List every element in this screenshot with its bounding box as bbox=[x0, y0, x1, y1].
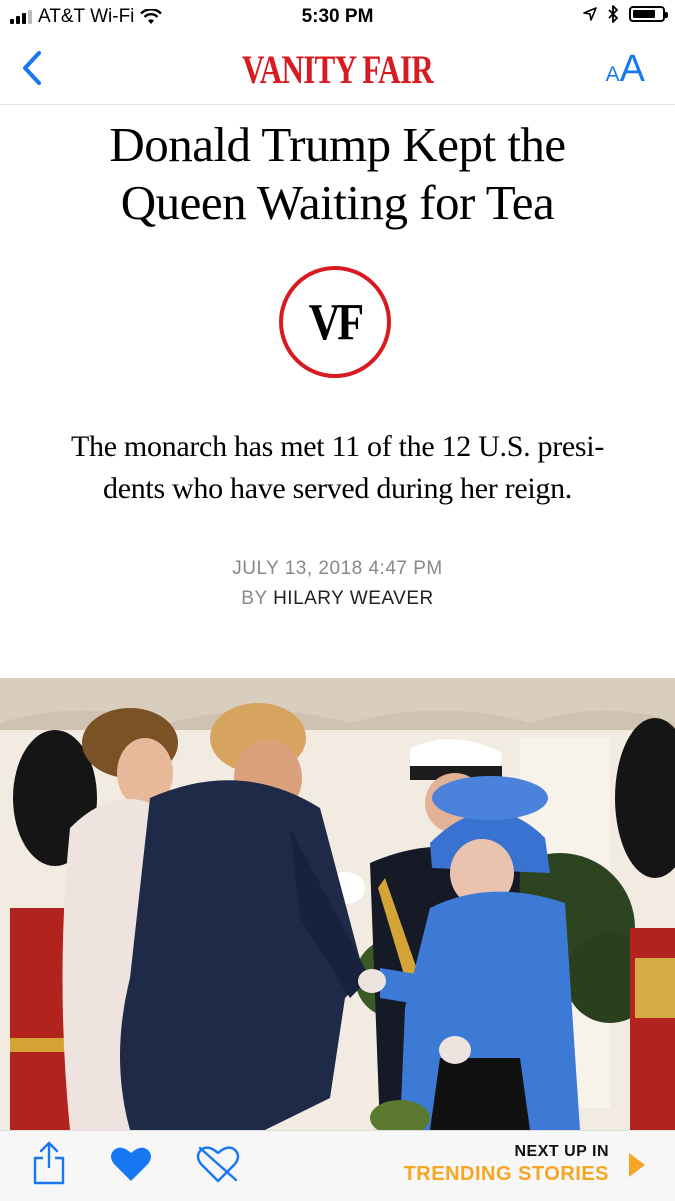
next-up-label: NEXT UP IN bbox=[514, 1143, 609, 1160]
bottom-toolbar: NEXT UP IN TRENDING STORIES bbox=[0, 1130, 675, 1201]
headline-line: Donald Trump Kept the bbox=[109, 117, 566, 172]
font-size-small-label: A bbox=[605, 63, 620, 86]
play-icon[interactable] bbox=[629, 1153, 645, 1177]
battery-fill bbox=[633, 10, 655, 18]
status-time: 5:30 PM bbox=[301, 6, 374, 27]
status-right bbox=[583, 5, 668, 23]
author-name[interactable]: HILARY WEAVER bbox=[273, 588, 434, 609]
next-up-link[interactable]: NEXT UP IN TRENDING STORIES bbox=[404, 1143, 609, 1186]
article-headline: Donald Trump Kept the Queen Waiting for … bbox=[40, 116, 635, 232]
article-photo-illustration bbox=[0, 678, 675, 1130]
bluetooth-icon bbox=[608, 5, 618, 23]
battery-icon bbox=[629, 6, 668, 22]
article-byline: BY HILARY WEAVER bbox=[0, 588, 675, 610]
vf-logo: VF bbox=[279, 266, 391, 378]
headline-line: Queen Waiting for Tea bbox=[120, 175, 555, 230]
font-size-button[interactable]: AA bbox=[606, 48, 645, 91]
byline-prefix: BY bbox=[241, 588, 268, 609]
chevron-left-icon[interactable] bbox=[18, 50, 48, 86]
status-bar: AT&T Wi-Fi 5:30 PM bbox=[0, 0, 675, 34]
location-icon bbox=[583, 7, 597, 21]
nav-bar: VANITY FAIR AA bbox=[0, 34, 675, 105]
dek-line: The monarch has met 11 of the 12 U.S. pr… bbox=[70, 430, 605, 463]
article-photo bbox=[0, 678, 675, 1130]
heart-icon[interactable] bbox=[110, 1145, 152, 1183]
article-dek: The monarch has met 11 of the 12 U.S. pr… bbox=[50, 426, 625, 510]
broken-heart-icon[interactable] bbox=[196, 1144, 240, 1184]
vf-logo-text: VF bbox=[308, 293, 365, 351]
font-size-large-label: A bbox=[619, 48, 645, 90]
share-icon[interactable] bbox=[32, 1141, 66, 1185]
dek-line: dents who have served during her reign. bbox=[103, 472, 572, 505]
brand-logo[interactable]: VANITY FAIR bbox=[74, 46, 601, 93]
next-up-section: TRENDING STORIES bbox=[403, 1163, 609, 1185]
article-date: JULY 13, 2018 4:47 PM bbox=[232, 558, 443, 579]
